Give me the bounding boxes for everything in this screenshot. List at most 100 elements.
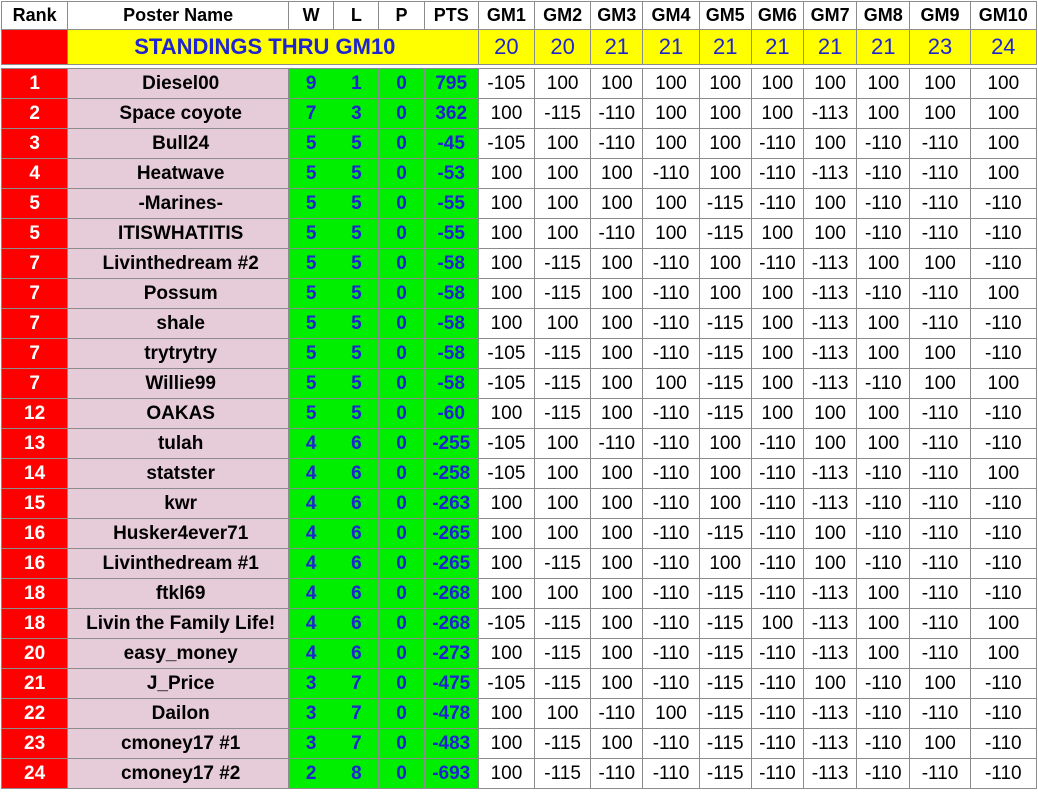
wins-cell: 4 [288, 548, 335, 579]
game-result-cell: -110 [642, 758, 700, 789]
game-result-cell: -115 [698, 398, 752, 429]
pushes-cell: 0 [378, 368, 425, 399]
pushes-cell: 0 [378, 308, 425, 339]
game-result-cell: 100 [856, 338, 911, 369]
game-result-cell: -115 [534, 338, 592, 369]
game-result-cell: 100 [534, 68, 592, 99]
losses-cell: 6 [333, 548, 380, 579]
header-gm10: GM10 [969, 1, 1038, 30]
game-result-cell: -110 [909, 488, 971, 519]
points-cell: -53 [423, 158, 479, 189]
game-result-cell: -115 [534, 98, 592, 129]
game-result-cell: 100 [856, 248, 911, 279]
table-row: 12 OAKAS 5 5 0 -60 100 -115 100 -110 -115 100 100 100… [0, 398, 1038, 429]
points-cell: -55 [423, 218, 479, 249]
losses-cell: 6 [333, 578, 380, 609]
game-result-cell: -110 [856, 488, 911, 519]
game-result-cell: 100 [802, 428, 858, 459]
game-result-cell: -110 [642, 578, 700, 609]
game-result-cell: 100 [969, 98, 1038, 129]
game-result-cell: -115 [698, 218, 752, 249]
table-row: 4 Heatwave 5 5 0 -53 100 100 100 -110 100 -110 -113-… [0, 158, 1038, 189]
game-result-cell: -110 [856, 668, 911, 699]
poster-name-cell: cmoney17 #1 [67, 728, 290, 759]
points-cell: -58 [423, 368, 479, 399]
wins-cell: 4 [288, 488, 335, 519]
header-gm5: GM5 [698, 1, 752, 30]
game-result-cell: -113 [802, 98, 858, 129]
game-result-cell: 100 [534, 218, 592, 249]
title-blank-cell [0, 29, 69, 65]
rank-cell: 12 [0, 398, 69, 429]
table-row: 16 Livinthedream #1 4 6 0 -265 100 -115 100 -110 1… [0, 548, 1038, 579]
game-result-cell: 100 [802, 68, 858, 99]
game-result-cell: -115 [698, 338, 752, 369]
wins-cell: 5 [288, 128, 335, 159]
game-result-cell: 100 [856, 98, 911, 129]
game-result-cell: -110 [969, 308, 1038, 339]
pushes-cell: 0 [378, 578, 425, 609]
game-result-cell: 100 [856, 68, 911, 99]
game-result-cell: 100 [698, 428, 752, 459]
game-result-cell: -110 [909, 698, 971, 729]
wins-cell: 7 [288, 98, 335, 129]
game-result-cell: -110 [750, 128, 804, 159]
game-result-cell: 100 [590, 548, 644, 579]
game-result-cell: 100 [909, 68, 971, 99]
game-result-cell: -110 [909, 458, 971, 489]
game-result-cell: -110 [969, 518, 1038, 549]
game-result-cell: -115 [698, 188, 752, 219]
game-result-cell: -110 [642, 548, 700, 579]
game-count-gm2: 20 [534, 29, 592, 65]
game-result-cell: 100 [969, 608, 1038, 639]
game-result-cell: 100 [698, 128, 752, 159]
game-result-cell: 100 [534, 158, 592, 189]
wins-cell: 4 [288, 518, 335, 549]
game-result-cell: -115 [698, 638, 752, 669]
game-result-cell: 100 [750, 218, 804, 249]
game-result-cell: 100 [477, 278, 536, 309]
game-result-cell: 100 [590, 638, 644, 669]
game-result-cell: -115 [534, 278, 592, 309]
game-result-cell: 100 [477, 548, 536, 579]
points-cell: -263 [423, 488, 479, 519]
game-result-cell: 100 [590, 278, 644, 309]
poster-name-cell: Bull24 [67, 128, 290, 159]
game-count-gm9: 23 [909, 29, 971, 65]
game-result-cell: -110 [909, 518, 971, 549]
game-result-cell: -110 [642, 278, 700, 309]
game-result-cell: 100 [590, 518, 644, 549]
game-result-cell: 100 [590, 398, 644, 429]
table-row: 7 trytrytry 5 5 0 -58 -105 -115 100 -110 -115 100 -1… [0, 338, 1038, 369]
game-result-cell: -110 [969, 728, 1038, 759]
game-result-cell: -115 [534, 248, 592, 279]
header-gm8: GM8 [856, 1, 911, 30]
game-result-cell: 100 [590, 308, 644, 339]
game-result-cell: 100 [534, 518, 592, 549]
game-result-cell: 100 [856, 578, 911, 609]
poster-name-cell: Heatwave [67, 158, 290, 189]
game-result-cell: 100 [642, 368, 700, 399]
losses-cell: 6 [333, 488, 380, 519]
table-row: 13 tulah 4 6 0 -255 -105 100 -110 -110 100 -110 100 1… [0, 428, 1038, 459]
game-result-cell: -115 [698, 308, 752, 339]
game-result-cell: -105 [477, 338, 536, 369]
points-cell: -258 [423, 458, 479, 489]
game-result-cell: -110 [642, 248, 700, 279]
game-result-cell: -110 [909, 398, 971, 429]
game-result-cell: 100 [750, 338, 804, 369]
pushes-cell: 0 [378, 278, 425, 309]
header-gm4: GM4 [642, 1, 700, 30]
wins-cell: 5 [288, 218, 335, 249]
losses-cell: 6 [333, 458, 380, 489]
game-result-cell: -115 [534, 638, 592, 669]
game-result-cell: -115 [534, 758, 592, 789]
pushes-cell: 0 [378, 698, 425, 729]
game-result-cell: -110 [969, 758, 1038, 789]
game-result-cell: 100 [590, 668, 644, 699]
game-result-cell: -110 [856, 728, 911, 759]
poster-name-cell: OAKAS [67, 398, 290, 429]
rank-cell: 5 [0, 188, 69, 219]
game-result-cell: -110 [750, 488, 804, 519]
pushes-cell: 0 [378, 98, 425, 129]
